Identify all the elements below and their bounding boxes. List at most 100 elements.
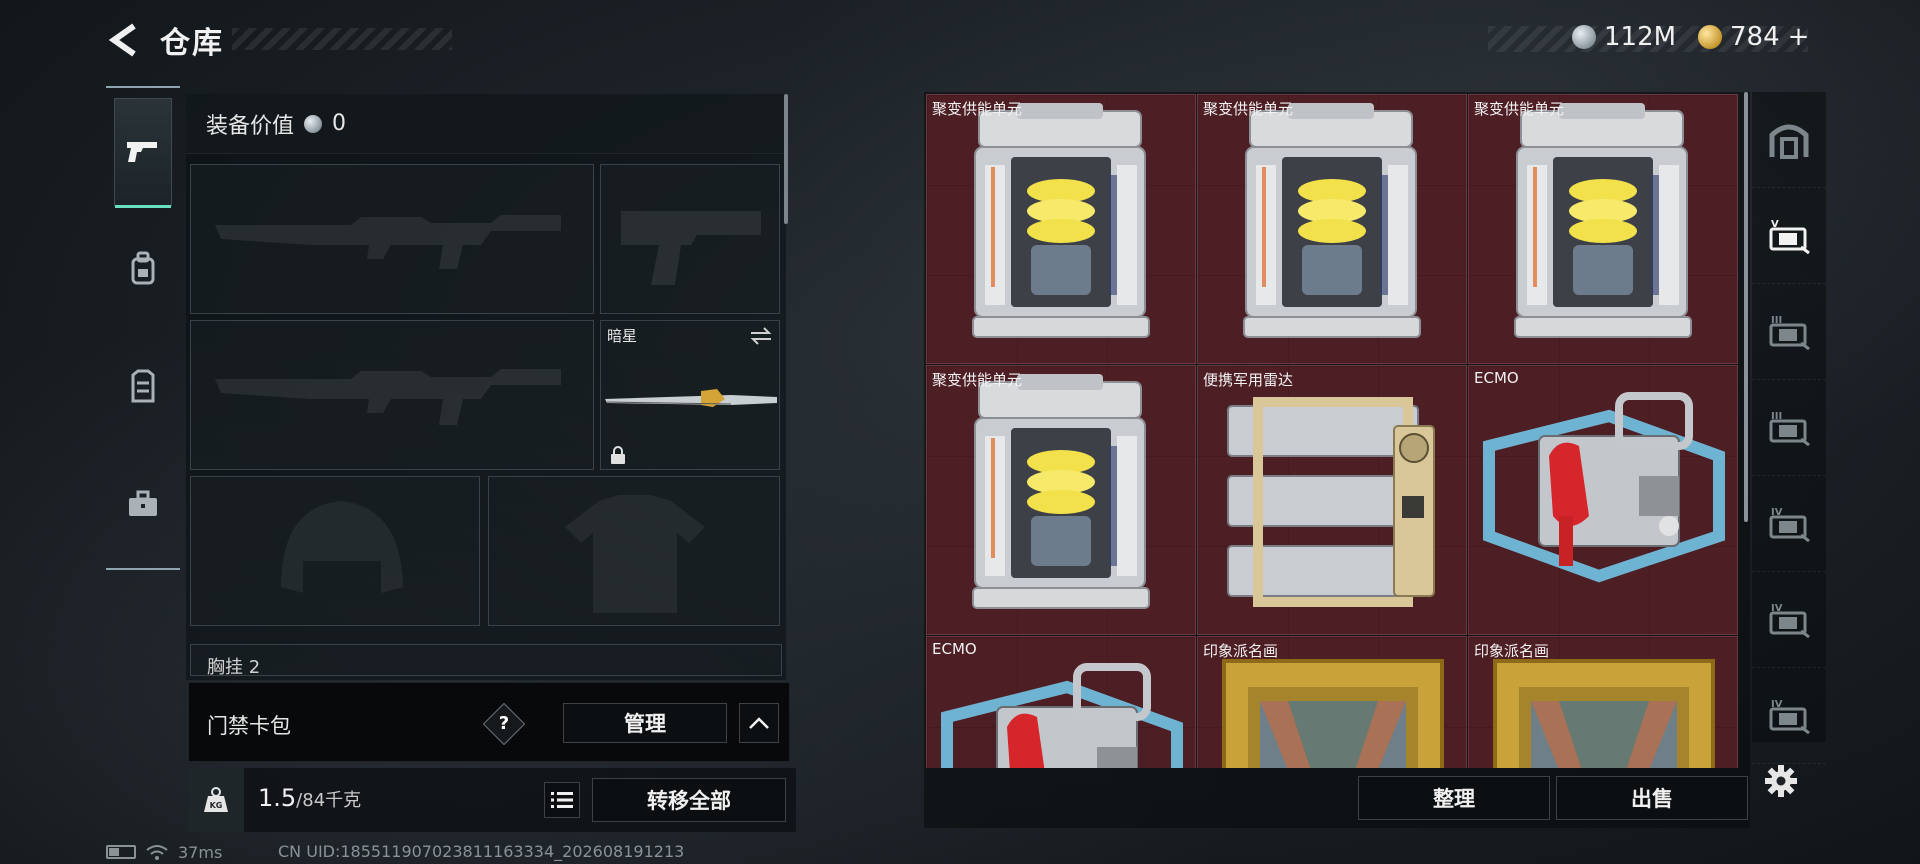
svg-text:V: V [1771, 219, 1779, 230]
military-radar-icon [1227, 397, 1435, 607]
item-name: 聚变供能单元 [932, 371, 1023, 389]
gold-coin-icon [1698, 25, 1722, 49]
list-icon [551, 792, 573, 808]
storage-item-fusion[interactable]: 聚变供能单元 [926, 94, 1196, 364]
storage-item-radar[interactable]: 便携军用雷达 [1197, 365, 1467, 635]
storage-case-icon: V [1769, 219, 1810, 254]
storage-item-painting[interactable]: 印象派名画 [1197, 636, 1467, 768]
manage-button[interactable]: 管理 [563, 703, 727, 743]
battery-icon [106, 845, 136, 859]
chest-rig-slot[interactable]: 胸挂 2 [190, 644, 782, 676]
transfer-all-button[interactable]: 转移全部 [592, 778, 786, 822]
item-name: 印象派名画 [1203, 642, 1279, 660]
settings-button[interactable] [1760, 760, 1802, 802]
storage-case-icon: IV [1769, 507, 1810, 542]
sort-button[interactable]: 整理 [1358, 776, 1550, 820]
silver-currency: 112M [1572, 22, 1676, 52]
help-icon[interactable]: ? [482, 702, 526, 746]
ping-text: 37ms [178, 842, 223, 862]
melee-slot[interactable]: 暗星 [600, 320, 780, 470]
tab-case[interactable] [114, 450, 172, 558]
item-name: 聚变供能单元 [1203, 100, 1294, 118]
svg-text:KG: KG [210, 801, 223, 810]
rifle-silhouette-icon [215, 215, 561, 269]
storage-case-icon: III [1769, 411, 1810, 446]
fusion-unit-icon [972, 374, 1150, 609]
fusion-unit-icon [972, 103, 1150, 338]
sidearm-slot[interactable] [600, 164, 780, 314]
add-currency-icon[interactable]: + [1788, 22, 1810, 52]
tab-backpack[interactable] [114, 214, 172, 322]
storage-tab-2[interactable]: V [1752, 188, 1826, 284]
storage-case-icon: IV [1769, 699, 1810, 734]
storage-item-fusion[interactable]: 聚变供能单元 [926, 365, 1196, 635]
storage-scrollbar[interactable] [1744, 92, 1748, 522]
vest-icon [131, 369, 155, 403]
equipment-value-label: 装备价值 [206, 113, 295, 139]
item-name: ECMO [932, 640, 977, 658]
swap-arrows-icon[interactable] [749, 327, 773, 345]
svg-text:III: III [1771, 411, 1782, 422]
storage-case-icon: III [1769, 315, 1810, 350]
secondary-weapon-slot[interactable] [190, 320, 594, 470]
armor-silhouette-icon [565, 495, 705, 613]
storage-item-ecmo[interactable]: ECMO [1468, 365, 1738, 635]
melee-slot-label: 暗星 [607, 327, 638, 345]
storage-item-fusion[interactable]: 聚变供能单元 [1197, 94, 1467, 364]
current-weight: 1.5 [258, 784, 297, 812]
gear-icon [1765, 765, 1797, 797]
svg-text:IV: IV [1771, 603, 1783, 614]
pistol-icon [127, 142, 157, 162]
storage-item-fusion[interactable]: 聚变供能单元 [1468, 94, 1738, 364]
gold-currency[interactable]: 784 + [1698, 22, 1809, 52]
rifle-silhouette-icon [215, 369, 561, 425]
equipment-value-header: 装备价值 0 [186, 94, 786, 154]
storage-tab-6[interactable]: IV [1752, 572, 1826, 668]
tab-vest[interactable] [114, 332, 172, 440]
helmet-slot[interactable] [190, 476, 480, 626]
sell-button[interactable]: 出售 [1556, 776, 1748, 820]
silver-amount: 112M [1604, 22, 1677, 52]
top-header: 仓库 112M 784 + [0, 0, 1920, 80]
armor-slot[interactable] [488, 476, 780, 626]
gold-amount: 784 [1730, 22, 1780, 52]
wifi-icon [146, 845, 168, 860]
chevron-up-icon [749, 717, 769, 729]
storage-tab-3[interactable]: III [1752, 284, 1826, 380]
title-stripe-decoration [232, 28, 452, 50]
svg-text:IV: IV [1771, 699, 1783, 710]
ecmo-device-icon [1483, 392, 1725, 583]
equipment-scrollbar[interactable] [784, 94, 788, 224]
page-title: 仓库 [160, 26, 224, 61]
storage-item-ecmo[interactable]: ECMO [926, 636, 1196, 768]
keycard-bar: 门禁卡包 ? 管理 [188, 682, 790, 762]
chest-rig-label: 胸挂 2 [207, 657, 261, 676]
item-name: 聚变供能单元 [932, 100, 1023, 118]
tab-weapons[interactable] [114, 98, 172, 208]
pistol-silhouette-icon [621, 211, 761, 285]
storage-tab-1[interactable] [1752, 92, 1826, 188]
storage-tab-5[interactable]: IV [1752, 476, 1826, 572]
item-name: 印象派名画 [1474, 642, 1550, 660]
backpack-icon [131, 251, 155, 285]
equipment-tabs [106, 86, 180, 570]
storage-item-painting[interactable]: 印象派名画 [1468, 636, 1738, 768]
collapse-button[interactable] [739, 703, 779, 743]
storage-tab-4[interactable]: III [1752, 380, 1826, 476]
storage-grid: 聚变供能单元 聚变供能单元 聚变供能单元 聚变供能单元 便携军用雷达 ECMO … [926, 94, 1740, 768]
item-name: 便携军用雷达 [1203, 371, 1294, 389]
back-arrow-icon[interactable] [104, 20, 144, 60]
list-view-button[interactable] [544, 782, 580, 818]
weight-readout: 1.5/84千克 [258, 784, 361, 812]
briefcase-icon [129, 490, 157, 516]
storage-tabs: V III III IV IV IV [1752, 92, 1826, 764]
item-name: ECMO [1474, 369, 1519, 387]
weight-bar: KG 1.5/84千克 转移全部 [188, 768, 796, 832]
storage-tab-7[interactable]: IV [1752, 668, 1826, 764]
equipment-value: 0 [332, 111, 347, 136]
helmet-silhouette-icon [281, 501, 403, 593]
svg-text:IV: IV [1771, 507, 1783, 518]
vault-icon [1769, 124, 1809, 159]
primary-weapon-slot[interactable] [190, 164, 594, 314]
storage-case-icon: IV [1769, 603, 1810, 638]
